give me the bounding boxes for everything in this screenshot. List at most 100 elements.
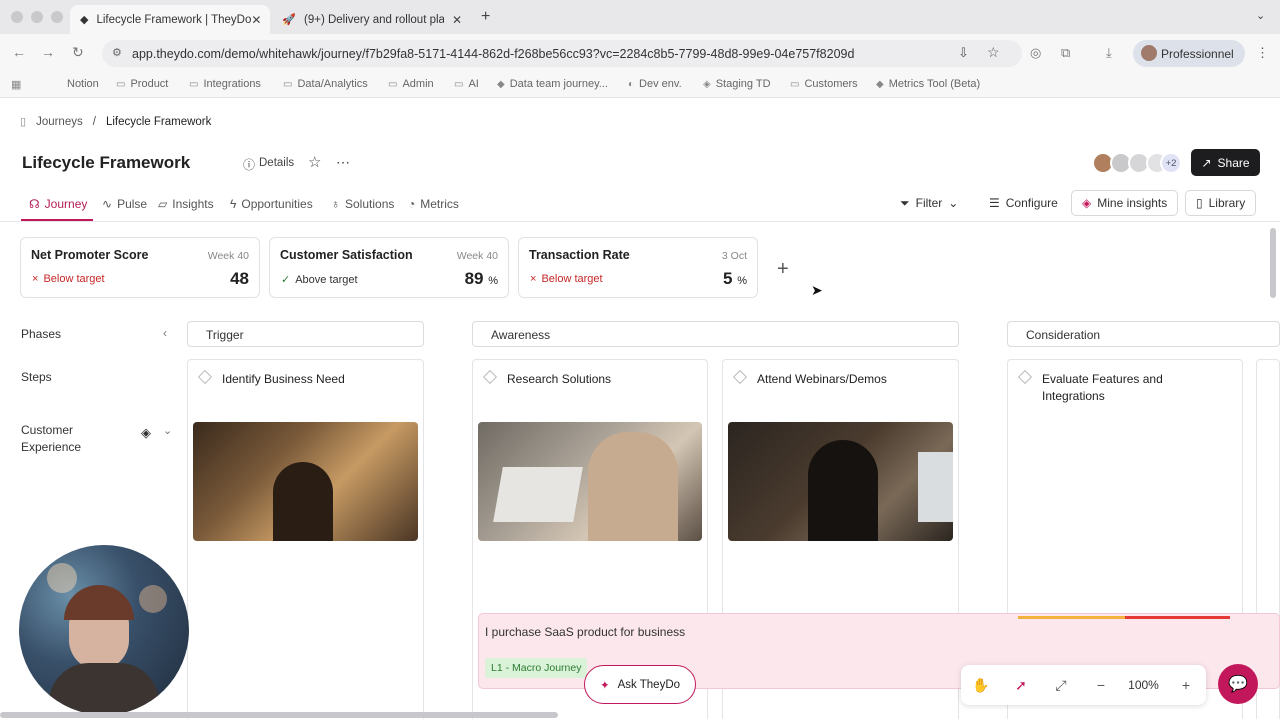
new-tab-icon[interactable]: + [481, 8, 490, 26]
tab-pulse[interactable]: ∿ Pulse [102, 197, 147, 211]
bookmark-item[interactable]: Notion [67, 78, 99, 90]
avatar-more-count[interactable]: +2 [1160, 152, 1182, 174]
more-icon[interactable]: ⋯ [336, 154, 350, 171]
browser-tab-1[interactable]: ◆ Lifecycle Framework | TheyDo ✕ [70, 5, 270, 34]
breadcrumb-journeys[interactable]: Journeys [36, 116, 83, 128]
bookmark-item[interactable]: ◆ Data team journey... [497, 78, 608, 90]
bokeh-light [47, 563, 77, 593]
apps-grid-icon[interactable]: ▦ [11, 78, 21, 91]
close-icon[interactable]: ✕ [452, 13, 462, 27]
tab-journey[interactable]: ☊ Journey [29, 197, 87, 211]
puzzle-icon[interactable]: ⧉ [1061, 45, 1070, 61]
phase-consideration[interactable]: Consideration [1007, 321, 1280, 347]
star-icon[interactable]: ☆ [308, 153, 321, 171]
diamond-icon[interactable]: ◈ [141, 425, 151, 441]
bolt-icon: ϟ [230, 197, 237, 211]
x-icon: × [530, 273, 537, 285]
zoom-out-icon[interactable]: − [1081, 677, 1121, 693]
row-label-phases: Phases [21, 327, 62, 341]
browser-tab-title: Lifecycle Framework | TheyDo [96, 13, 252, 26]
bookmark-item[interactable]: ▭ Integrations [189, 78, 261, 90]
folder-icon: ▭ [116, 78, 126, 90]
bookmark-item[interactable]: ▭ Customers [790, 78, 858, 90]
hand-icon[interactable]: ✋ [961, 677, 1001, 694]
laptop-shape [493, 467, 583, 522]
avatar [1141, 45, 1157, 61]
metric-date: Week 40 [207, 250, 249, 262]
browser-tab-2[interactable]: 🚀 (9+) Delivery and rollout plan ✕ [272, 5, 472, 34]
person-hair [64, 585, 134, 620]
fit-screen-icon[interactable]: ⤢ [1041, 677, 1081, 694]
folder-icon: ▭ [189, 78, 199, 90]
progress-segment [1018, 616, 1125, 619]
diamond-icon [732, 369, 748, 385]
step-title: Attend Webinars/Demos [757, 372, 887, 386]
collapse-icon[interactable]: ‹ [163, 326, 167, 340]
bookmark-item[interactable]: ◆ Metrics Tool (Beta) [876, 78, 980, 90]
profile-button[interactable]: Professionnel [1133, 40, 1245, 67]
theydo-icon: ◆ [876, 78, 884, 90]
chevron-down-icon[interactable]: ⌄ [1256, 9, 1265, 22]
forward-icon[interactable]: → [41, 44, 55, 60]
ask-theydo-button[interactable]: ✦ Ask TheyDo [584, 665, 696, 704]
bulb-icon: ♁ [331, 197, 340, 211]
reload-icon[interactable]: ↻ [72, 44, 84, 61]
person-silhouette [808, 440, 878, 541]
bookmark-item[interactable]: ◐ Dev env. [628, 78, 682, 90]
phase-awareness[interactable]: Awareness [472, 321, 959, 347]
metric-status: ✓ Above target [281, 273, 358, 287]
bookmark-item[interactable]: ▭ Product [116, 78, 168, 90]
bookmark-item[interactable]: ◈ Staging TD [703, 78, 771, 90]
share-button[interactable]: ↗ Share [1191, 149, 1260, 176]
metric-value: 89 % [464, 269, 498, 288]
tab-insights[interactable]: ▱ Insights [158, 197, 214, 211]
download-icon[interactable]: ⤓ [1106, 45, 1112, 61]
bookmark-item[interactable]: ▭ Data/Analytics [283, 78, 368, 90]
row-label-steps: Steps [21, 370, 52, 384]
mine-icon: ◈ [1082, 196, 1092, 210]
chevron-down-icon[interactable]: ⌄ [163, 424, 172, 437]
folder-icon: ▭ [283, 78, 293, 90]
journey-icon: ☊ [29, 197, 40, 211]
mine-insights-button[interactable]: ◈ Mine insights [1071, 190, 1179, 216]
sparkle-icon: ✦ [599, 679, 610, 692]
vertical-scrollbar[interactable] [1270, 228, 1276, 298]
bookmark-star-icon[interactable]: ☆ [987, 44, 1000, 61]
bookmark-item[interactable]: ▭ AI [454, 78, 479, 90]
url-input[interactable]: ⚙ app.theydo.com/demo/whitehawk/journey/… [102, 40, 1022, 67]
tab-solutions[interactable]: ♁ Solutions [331, 197, 394, 211]
folder-icon: ▭ [790, 78, 800, 90]
phase-trigger[interactable]: Trigger [187, 321, 424, 347]
pointer-icon[interactable]: ➚ [1001, 677, 1041, 694]
details-button[interactable]: Details [259, 157, 294, 169]
extension-icon[interactable]: ◎ [1030, 45, 1041, 61]
metric-card-nps[interactable]: Net Promoter Score Week 40 × Below target… [20, 237, 260, 298]
window-minimize-dot[interactable] [31, 11, 43, 23]
menu-icon[interactable]: ⋮ [1256, 45, 1269, 61]
share-icon: ↗ [1201, 155, 1212, 170]
add-metric-icon[interactable]: + [777, 258, 789, 281]
site-settings-icon[interactable]: ⚙ [112, 46, 122, 59]
metric-card-csat[interactable]: Customer Satisfaction Week 40 ✓ Above tar… [269, 237, 509, 298]
metric-value: 48 [230, 269, 249, 288]
back-icon[interactable]: ← [12, 44, 26, 60]
close-icon[interactable]: ✕ [251, 13, 261, 27]
metric-card-transaction[interactable]: Transaction Rate 3 Oct × Below target 5 % [518, 237, 758, 298]
library-button[interactable]: ▯ Library [1185, 190, 1257, 216]
horizontal-scrollbar[interactable] [0, 712, 558, 718]
bookmark-item[interactable]: ▭ Admin [388, 78, 434, 90]
chat-icon[interactable]: 💬 [1218, 664, 1258, 704]
step-image [478, 422, 702, 541]
lane-title: I purchase SaaS product for business [485, 625, 686, 639]
person-silhouette [273, 462, 333, 541]
tab-metrics[interactable]: ◔ Metrics [408, 197, 459, 211]
ask-label: Ask TheyDo [617, 678, 681, 691]
window-maximize-dot[interactable] [51, 11, 63, 23]
zoom-in-icon[interactable]: + [1166, 677, 1206, 693]
install-icon[interactable]: ⇩ [958, 45, 969, 61]
configure-button[interactable]: ☰ Configure [979, 190, 1068, 216]
window-close-dot[interactable] [11, 11, 23, 23]
sidebar-toggle-icon[interactable]: ▯ [20, 115, 26, 128]
filter-button[interactable]: ⏷ Filter ⌄ [890, 190, 968, 216]
tab-opportunities[interactable]: ϟ Opportunities [230, 197, 313, 211]
